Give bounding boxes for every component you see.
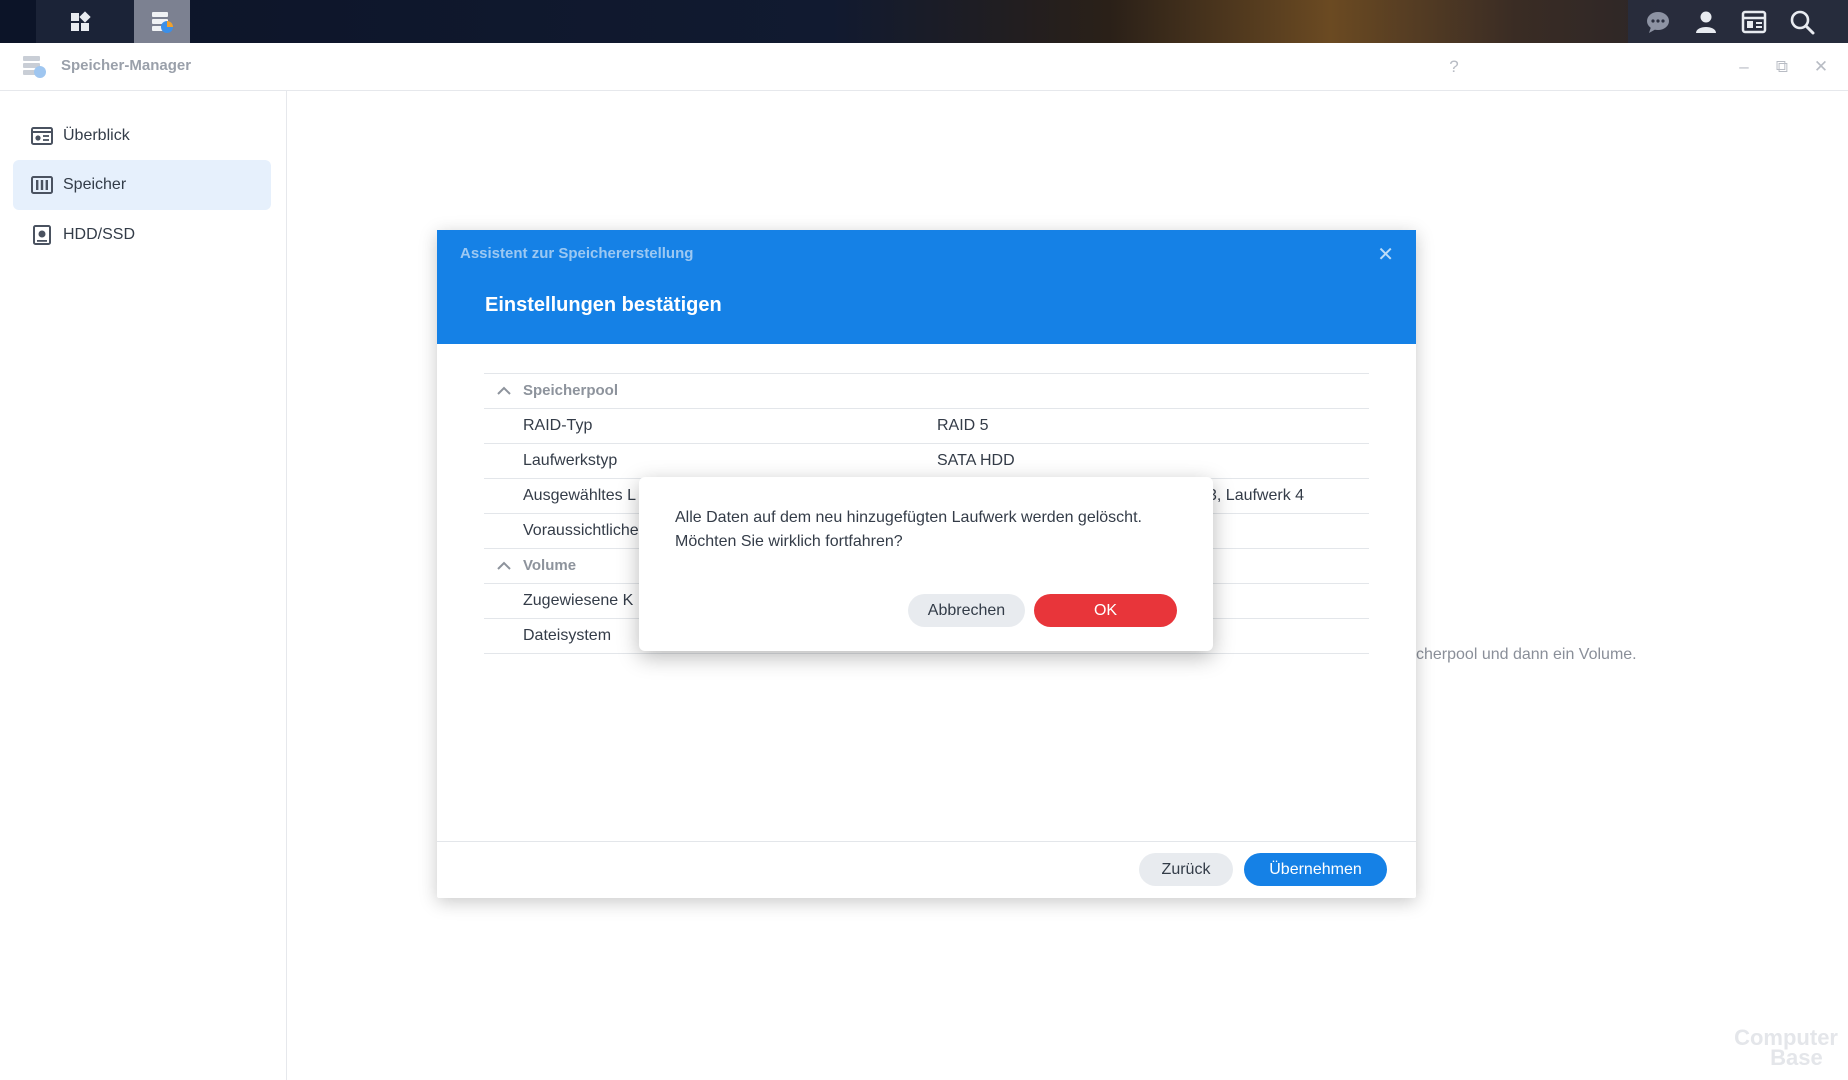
- section-header-storage-pool[interactable]: Speicherpool: [484, 373, 1369, 408]
- taskbar: [0, 0, 1848, 43]
- help-button[interactable]: ?: [1442, 55, 1466, 79]
- help-icon: ?: [1449, 57, 1459, 76]
- row-key: Laufwerkstyp: [523, 452, 618, 469]
- watermark-line2: Base: [1770, 1045, 1823, 1070]
- wizard-subtitle: Assistent zur Speichererstellung: [460, 245, 694, 262]
- section-title: Speicherpool: [523, 382, 619, 399]
- hdd-icon: [31, 225, 53, 245]
- close-icon: ✕: [1813, 57, 1829, 76]
- minimize-icon: –: [1739, 57, 1749, 76]
- sidebar-item-hdd-ssd[interactable]: HDD/SSD: [13, 210, 271, 260]
- restore-button[interactable]: ⧉: [1770, 55, 1794, 79]
- window-close-button[interactable]: ✕: [1809, 55, 1833, 79]
- sidebar-item-label: Speicher: [63, 176, 127, 193]
- widgets-button[interactable]: [1732, 0, 1776, 43]
- apply-button[interactable]: Übernehmen: [1244, 853, 1387, 886]
- background-hint-text: cherpool und dann ein Volume.: [1416, 646, 1637, 663]
- table-row: Laufwerkstyp SATA HDD: [484, 443, 1369, 478]
- row-key: Voraussichtliche: [523, 522, 639, 539]
- taskbar-right-group: [1628, 0, 1848, 43]
- restore-icon: ⧉: [1775, 57, 1789, 76]
- window-title-bar: Speicher-Manager ? – ⧉ ✕: [0, 43, 1848, 91]
- row-value: SATA HDD: [937, 452, 1015, 469]
- widgets-icon: [1741, 10, 1767, 33]
- row-value: RAID 5: [937, 417, 989, 434]
- wizard-close-button[interactable]: ✕: [1377, 242, 1394, 267]
- confirmation-dialog: Alle Daten auf dem neu hinzugefügten Lau…: [639, 477, 1213, 651]
- minimize-button[interactable]: –: [1732, 55, 1756, 79]
- user-icon: [1696, 11, 1716, 33]
- storage-manager-taskbar-button[interactable]: [134, 0, 190, 43]
- main-menu-button[interactable]: [52, 0, 108, 43]
- chevron-up-icon: [497, 386, 511, 395]
- sidebar-item-overview[interactable]: Überblick: [13, 111, 271, 161]
- row-key: RAID-Typ: [523, 417, 593, 434]
- storage-icon: [31, 175, 53, 195]
- sidebar: Überblick Speicher HDD/SSD: [0, 91, 287, 1080]
- wizard-header: Assistent zur Speichererstellung ✕ Einst…: [437, 230, 1416, 344]
- user-button[interactable]: [1684, 0, 1728, 43]
- back-button[interactable]: Zurück: [1139, 853, 1233, 886]
- wizard-title: Einstellungen bestätigen: [485, 294, 722, 316]
- chat-button[interactable]: [1636, 0, 1680, 43]
- main-menu-icon: [71, 10, 91, 31]
- row-key: Zugewiesene K: [523, 592, 634, 609]
- confirmation-message: Alle Daten auf dem neu hinzugefügten Lau…: [675, 509, 1142, 550]
- row-value: 3, Laufwerk 4: [1208, 487, 1305, 504]
- ok-button[interactable]: OK: [1034, 594, 1177, 627]
- chat-icon: [1647, 11, 1669, 33]
- wizard-footer: Zurück Übernehmen: [437, 841, 1416, 899]
- storage-manager-window-icon: [23, 56, 46, 78]
- storage-manager-app-icon: [152, 11, 173, 33]
- sidebar-item-label: HDD/SSD: [63, 226, 136, 243]
- chevron-up-icon: [497, 561, 511, 570]
- search-button[interactable]: [1780, 0, 1824, 43]
- taskbar-left-group: [36, 0, 190, 43]
- cancel-button[interactable]: Abbrechen: [908, 594, 1025, 627]
- section-title: Volume: [523, 557, 577, 574]
- overview-icon: [31, 126, 53, 146]
- sidebar-item-label: Überblick: [63, 127, 130, 144]
- table-row: RAID-Typ RAID 5: [484, 408, 1369, 443]
- watermark: Computer Base: [1734, 1027, 1838, 1070]
- sidebar-item-storage[interactable]: Speicher: [13, 160, 271, 210]
- row-key: Dateisystem: [523, 627, 612, 644]
- window-title: Speicher-Manager: [61, 57, 192, 74]
- search-icon: [1790, 10, 1815, 34]
- row-key: Ausgewähltes L: [523, 487, 636, 504]
